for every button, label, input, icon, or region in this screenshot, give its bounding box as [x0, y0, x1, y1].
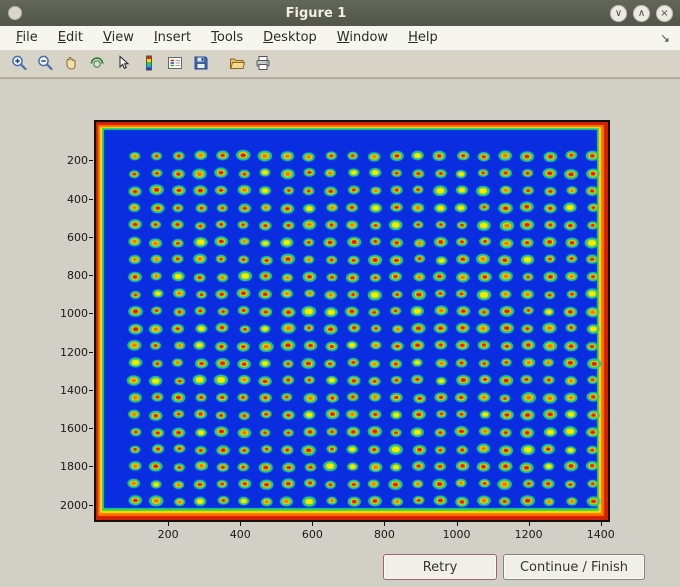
- window-controls: ∨ ∧ ×: [610, 4, 673, 22]
- menu-item-view[interactable]: View: [93, 26, 144, 50]
- open-button[interactable]: [225, 53, 249, 76]
- toolbar-separator: [214, 51, 224, 77]
- data-cursor-icon: [114, 54, 132, 75]
- maximize-icon: ∧: [637, 7, 646, 19]
- y-tick-mark: [89, 389, 93, 391]
- x-tick-label: 1400: [586, 528, 615, 541]
- save-button[interactable]: [189, 53, 213, 76]
- x-tick-mark: [384, 522, 386, 526]
- figure-window: { "window": { "title": "Figure 1", "cont…: [0, 0, 680, 587]
- x-tick-mark: [168, 522, 170, 526]
- plate-image: [96, 122, 608, 520]
- retry-button[interactable]: Retry: [383, 554, 497, 580]
- x-tick-label: 1200: [514, 528, 543, 541]
- y-tick-label: 1800: [60, 460, 88, 474]
- x-tick-label: 600: [301, 528, 323, 541]
- menu-item-window[interactable]: Window: [327, 26, 398, 50]
- y-tick-label: 400: [67, 192, 88, 206]
- menu-item-file[interactable]: File: [6, 26, 48, 50]
- x-tick-mark: [600, 522, 602, 526]
- x-tick-mark: [456, 522, 458, 526]
- y-tick-mark: [89, 275, 93, 277]
- data-cursor-button[interactable]: [111, 53, 135, 76]
- print-button[interactable]: [251, 53, 275, 76]
- title-bar: Figure 1 ∨ ∧ ×: [0, 0, 680, 26]
- y-tick-mark: [89, 504, 93, 506]
- open-folder-icon: [228, 54, 246, 75]
- menu-item-help[interactable]: Help: [398, 26, 448, 50]
- menu-item-tools[interactable]: Tools: [201, 26, 253, 50]
- rotate-3d-icon: [88, 54, 106, 75]
- menu-item-desktop[interactable]: Desktop: [253, 26, 327, 50]
- dock-figure-icon[interactable]: ↘: [660, 31, 680, 45]
- x-tick-label: 800: [373, 528, 395, 541]
- figure-toolbar: [0, 51, 680, 78]
- y-tick-mark: [89, 160, 93, 162]
- menu-item-insert[interactable]: Insert: [144, 26, 201, 50]
- y-tick-label: 1200: [60, 345, 88, 359]
- save-icon: [192, 54, 210, 75]
- zoom-in-icon: [10, 54, 28, 75]
- zoom-out-icon: [36, 54, 54, 75]
- legend-button[interactable]: [163, 53, 187, 76]
- zoom-in-button[interactable]: [7, 53, 31, 76]
- y-tick-label: 1000: [60, 307, 88, 321]
- y-tick-mark: [89, 236, 93, 238]
- close-button[interactable]: ×: [656, 4, 673, 22]
- x-tick-mark: [528, 522, 530, 526]
- y-tick-mark: [89, 198, 93, 200]
- x-tick-label: 400: [229, 528, 251, 541]
- window-menu-button[interactable]: [8, 6, 22, 20]
- legend-icon: [166, 54, 184, 75]
- figure-canvas-area: 200 400 600 800 1000 1200 1400 200 400 600 800 100…: [0, 78, 680, 587]
- pan-hand-icon: [62, 54, 80, 75]
- y-tick-label: 600: [67, 230, 88, 244]
- y-tick-label: 1600: [60, 422, 88, 436]
- minimize-icon: ∨: [614, 7, 623, 19]
- menu-bar-items: File Edit View Insert Tools Desktop Window Help: [0, 26, 660, 50]
- x-tick-label: 200: [157, 528, 179, 541]
- continue-finish-button[interactable]: Continue / Finish: [503, 554, 645, 580]
- y-tick-mark: [89, 351, 93, 353]
- menu-item-edit[interactable]: Edit: [48, 26, 93, 50]
- y-tick-label: 200: [67, 154, 88, 168]
- zoom-out-button[interactable]: [33, 53, 57, 76]
- close-icon: ×: [660, 7, 669, 19]
- pan-button[interactable]: [59, 53, 83, 76]
- y-tick-label: 2000: [60, 498, 88, 512]
- window-title: Figure 1: [285, 5, 347, 21]
- colorbar-button[interactable]: [137, 53, 161, 76]
- y-tick-mark: [89, 466, 93, 468]
- axes: [94, 120, 610, 522]
- y-tick-mark: [89, 428, 93, 430]
- minimize-button[interactable]: ∨: [610, 4, 627, 22]
- colorbar-icon: [140, 54, 158, 75]
- y-tick-label: 800: [67, 269, 88, 283]
- x-tick-mark: [240, 522, 242, 526]
- rotate-3d-button[interactable]: [85, 53, 109, 76]
- maximize-button[interactable]: ∧: [633, 4, 650, 22]
- y-tick-label: 1400: [60, 383, 88, 397]
- menu-bar: File Edit View Insert Tools Desktop Window Help…: [0, 26, 680, 51]
- x-tick-mark: [312, 522, 314, 526]
- print-icon: [254, 54, 272, 75]
- y-tick-mark: [89, 313, 93, 315]
- x-tick-label: 1000: [442, 528, 471, 541]
